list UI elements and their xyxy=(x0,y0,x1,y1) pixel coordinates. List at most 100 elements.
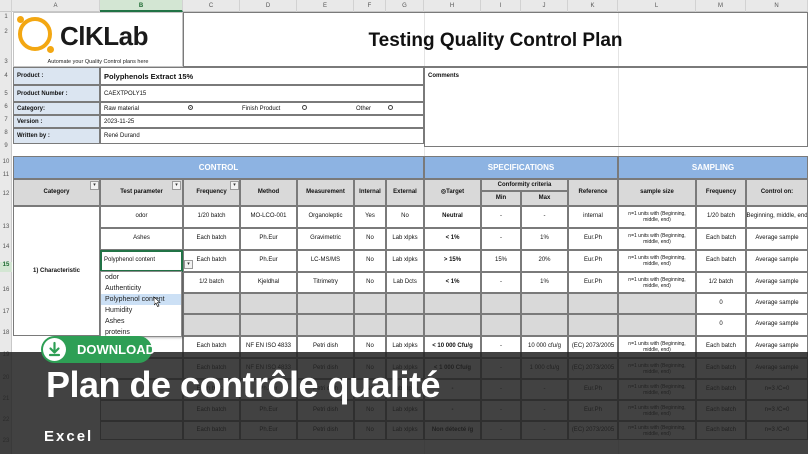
cell-control-on[interactable]: Average sample xyxy=(746,228,808,250)
cell-target[interactable]: < 1% xyxy=(424,272,481,293)
cell-method[interactable] xyxy=(240,314,297,336)
cell-min[interactable] xyxy=(481,314,521,336)
cell-method[interactable] xyxy=(240,293,297,314)
header-external[interactable]: External xyxy=(386,179,424,206)
cell-reference[interactable]: Eur.Ph xyxy=(568,228,618,250)
cell-sample-size[interactable]: n=1 units with (Beginning, middle, end) xyxy=(618,272,696,293)
dropdown-option[interactable]: Ashes xyxy=(101,316,181,327)
cell-internal[interactable]: No xyxy=(354,228,386,250)
cell-target[interactable]: > 15% xyxy=(424,250,481,272)
cell-sampling-frequency[interactable]: 1/2 batch xyxy=(696,272,746,293)
row-header[interactable]: 14 xyxy=(0,244,12,250)
row-header[interactable]: 12 xyxy=(0,191,12,197)
row-header[interactable]: 1 xyxy=(0,14,12,20)
cell-max[interactable] xyxy=(521,293,568,314)
cell-sample-size[interactable]: n=1 units with (Beginning, middle, end) xyxy=(618,228,696,250)
dropdown-option-selected[interactable]: Polyphenol content xyxy=(101,294,181,305)
column-header-a[interactable]: A xyxy=(12,0,100,12)
header-min[interactable]: Min xyxy=(481,191,521,206)
product-number-value[interactable]: CAEXTPOLY15 xyxy=(100,85,424,102)
written-by-value[interactable]: René Durand xyxy=(100,128,424,144)
cell-internal[interactable] xyxy=(354,314,386,336)
row-header[interactable]: 11 xyxy=(0,172,12,178)
cell-reference[interactable]: internal xyxy=(568,206,618,228)
cell-max[interactable]: 1% xyxy=(521,272,568,293)
header-max[interactable]: Max xyxy=(521,191,568,206)
cell-frequency[interactable]: Each batch xyxy=(183,228,240,250)
cell-method[interactable]: Kjeldhal xyxy=(240,272,297,293)
column-header-l[interactable]: L xyxy=(618,0,696,12)
row-header[interactable]: 5 xyxy=(0,91,12,97)
cell-test-parameter[interactable]: odor xyxy=(100,206,183,228)
cell-reference[interactable] xyxy=(568,293,618,314)
version-label[interactable]: Version : xyxy=(13,115,100,128)
cell-control-on[interactable]: Average sample xyxy=(746,314,808,336)
row-header[interactable]: 8 xyxy=(0,130,12,136)
cell-method[interactable]: Ph.Eur xyxy=(240,228,297,250)
cell-min[interactable]: 15% xyxy=(481,250,521,272)
row-header[interactable]: 3 xyxy=(0,59,12,65)
download-button[interactable]: DOWNLOAD xyxy=(41,336,155,363)
cell-external[interactable]: Lab xlpks xyxy=(386,228,424,250)
row-header[interactable]: 17 xyxy=(0,309,12,315)
header-test-parameter[interactable]: Test parameter xyxy=(100,179,183,206)
header-measurement[interactable]: Measurement xyxy=(297,179,354,206)
dropdown-option[interactable]: Humidity xyxy=(101,305,181,316)
cell-sampling-frequency[interactable]: Each batch xyxy=(696,250,746,272)
cell-max[interactable]: 1% xyxy=(521,228,568,250)
product-value[interactable]: Polyphenols Extract 15% xyxy=(100,67,424,85)
cell-internal[interactable]: Yes xyxy=(354,206,386,228)
cell-sampling-frequency[interactable]: 0 xyxy=(696,293,746,314)
row-header[interactable]: 13 xyxy=(0,224,12,230)
cell-method[interactable]: Ph.Eur xyxy=(240,250,297,272)
cell-reference[interactable] xyxy=(568,314,618,336)
cell-external[interactable] xyxy=(386,293,424,314)
cell-frequency[interactable] xyxy=(183,293,240,314)
cell-measurement[interactable] xyxy=(297,314,354,336)
cell-reference[interactable]: Eur.Ph xyxy=(568,250,618,272)
cell-measurement[interactable]: LC-MS/MS xyxy=(297,250,354,272)
cell-target[interactable] xyxy=(424,314,481,336)
cell-frequency[interactable] xyxy=(183,314,240,336)
header-category[interactable]: Category xyxy=(13,179,100,206)
header-target[interactable]: ◎Target xyxy=(424,179,481,206)
cell-target[interactable] xyxy=(424,293,481,314)
cell-min[interactable] xyxy=(481,293,521,314)
cell-measurement[interactable]: Gravimetric xyxy=(297,228,354,250)
column-header-k[interactable]: K xyxy=(568,0,618,12)
column-header-e[interactable]: E xyxy=(297,0,354,12)
filter-dropdown-icon[interactable]: ▾ xyxy=(172,181,181,190)
product-number-label[interactable]: Product Number : xyxy=(13,85,100,102)
column-header-g[interactable]: G xyxy=(386,0,424,12)
column-header-d[interactable]: D xyxy=(240,0,297,12)
cell-test-parameter[interactable]: Polyphenol content xyxy=(100,250,183,272)
comments-cell[interactable]: Comments xyxy=(424,67,808,147)
cell-min[interactable]: - xyxy=(481,206,521,228)
cell-sample-size[interactable]: n=1 units with (Beginning, middle, end) xyxy=(618,206,696,228)
header-internal[interactable]: Internal xyxy=(354,179,386,206)
column-header-h[interactable]: H xyxy=(424,0,481,12)
cell-target[interactable]: < 1% xyxy=(424,228,481,250)
cell-max[interactable]: 20% xyxy=(521,250,568,272)
row-header[interactable]: 16 xyxy=(0,287,12,293)
header-sample-size[interactable]: sample size xyxy=(618,179,696,206)
row-header[interactable]: 4 xyxy=(0,73,12,79)
cell-sample-size[interactable] xyxy=(618,314,696,336)
cell-frequency[interactable]: 1/2 batch xyxy=(183,272,240,293)
cell-frequency[interactable]: 1/20 batch xyxy=(183,206,240,228)
column-header-c[interactable]: C xyxy=(183,0,240,12)
cell-control-on[interactable]: Beginning, middle, end xyxy=(746,206,808,228)
column-header-j[interactable]: J xyxy=(521,0,568,12)
row-header[interactable]: 18 xyxy=(0,330,12,336)
column-header-b[interactable]: B xyxy=(100,0,183,12)
cell-test-parameter[interactable]: Ashes xyxy=(100,228,183,250)
cell-external[interactable]: Lab xlpks xyxy=(386,250,424,272)
row-header[interactable]: 9 xyxy=(0,143,12,149)
section-control[interactable]: CONTROL xyxy=(13,156,424,179)
cell-dropdown-arrow-icon[interactable]: ▾ xyxy=(184,260,193,269)
cell-sampling-frequency[interactable]: Each batch xyxy=(696,228,746,250)
cell-control-on[interactable]: Average sample xyxy=(746,293,808,314)
cell-max[interactable] xyxy=(521,314,568,336)
header-reference[interactable]: Reference xyxy=(568,179,618,206)
cell-measurement[interactable] xyxy=(297,293,354,314)
